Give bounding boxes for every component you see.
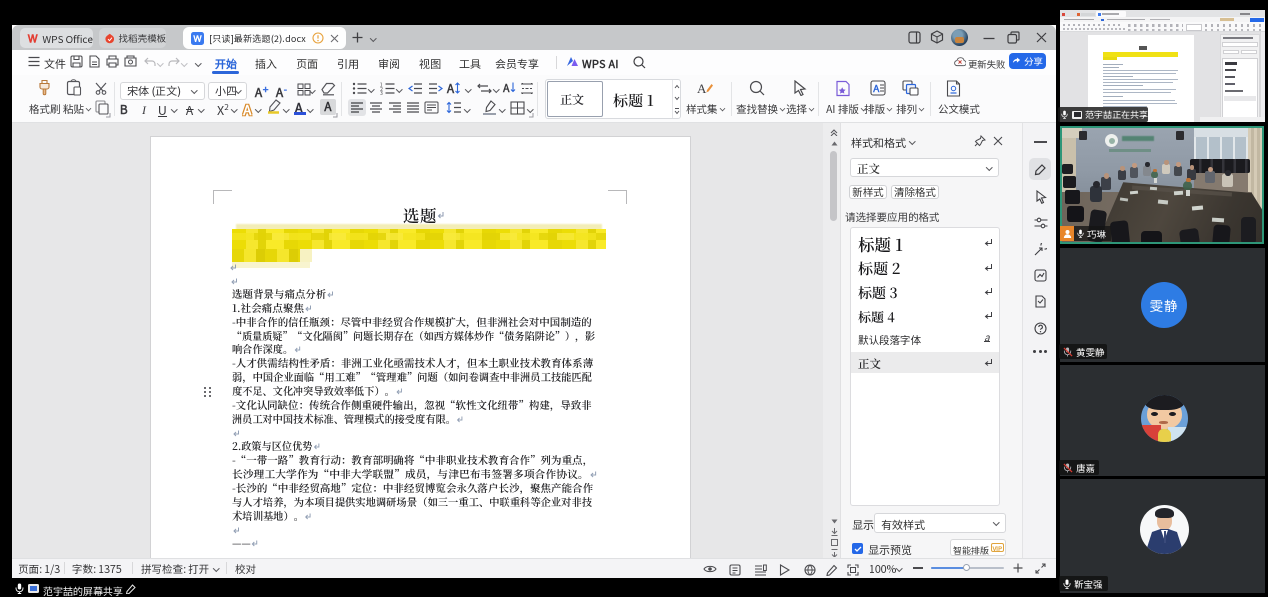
svg-text:3: 3	[380, 90, 383, 95]
svg-text:A: A	[697, 81, 707, 96]
svg-text:A: A	[872, 80, 880, 95]
